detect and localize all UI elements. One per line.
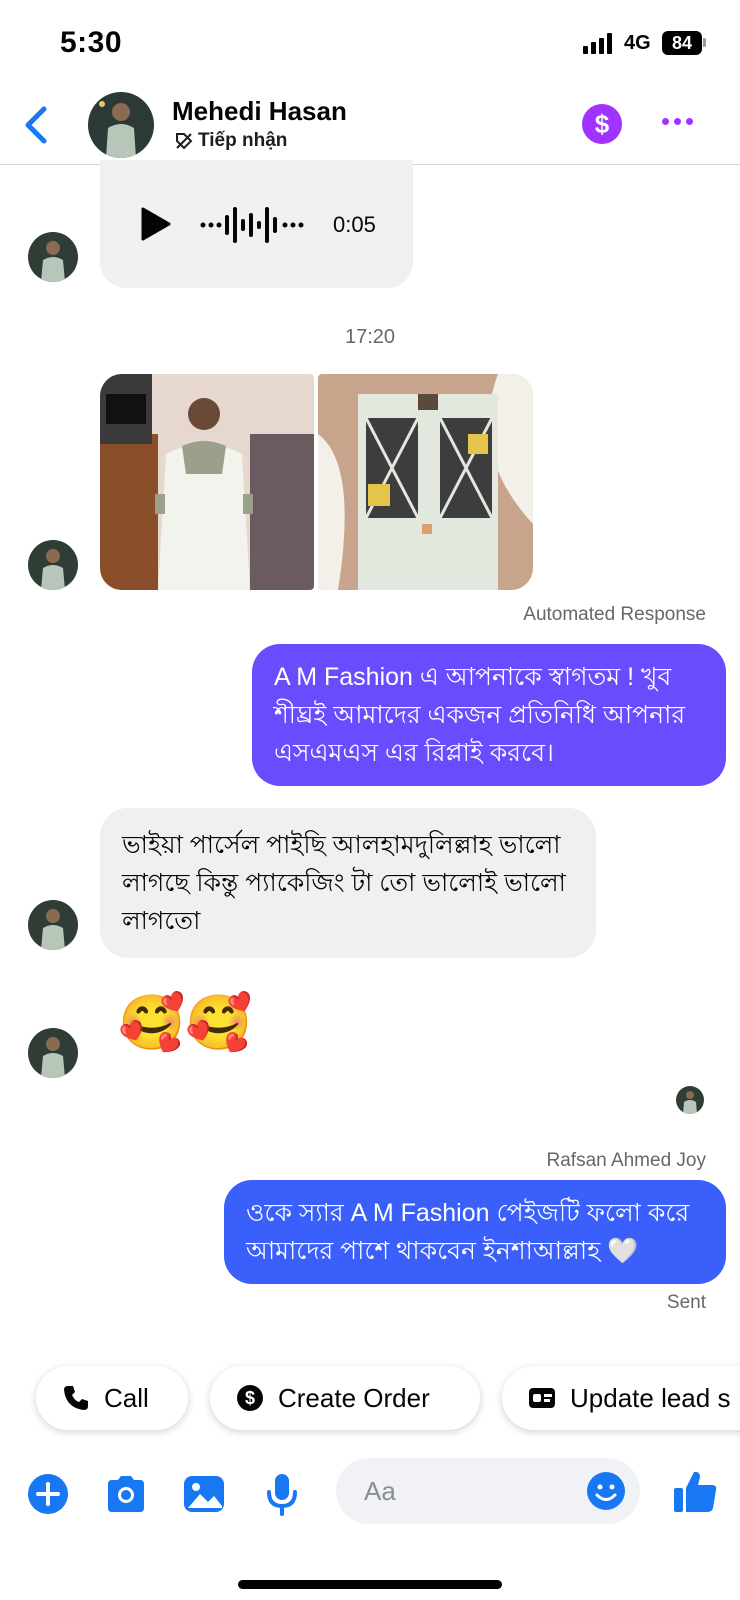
- read-receipt-avatar: [676, 1086, 704, 1114]
- like-icon[interactable]: [672, 1468, 718, 1514]
- status-time: 5:30: [60, 26, 123, 59]
- more-dots-icon[interactable]: [662, 118, 693, 125]
- photo-attachment[interactable]: [318, 374, 533, 590]
- reply-message-bubble[interactable]: ওকে স্যার A M Fashion পেইজটি ফলো করে আমা…: [224, 1180, 726, 1284]
- camera-icon[interactable]: [104, 1472, 148, 1516]
- incoming-message-bubble[interactable]: ভাইয়া পার্সেল পাইছি আলহামদুলিল্লাহ ভালো…: [100, 808, 596, 958]
- dollar-icon[interactable]: $: [582, 104, 622, 144]
- update-lead-label: Update lead s: [570, 1382, 731, 1413]
- battery-tip: [703, 38, 706, 47]
- svg-text:$: $: [245, 1388, 255, 1408]
- create-order-chip[interactable]: $ Create Order: [210, 1366, 480, 1430]
- voice-duration: 0:05: [333, 212, 376, 237]
- sender-label: Rafsan Ahmed Joy: [546, 1150, 706, 1171]
- waveform-icon: [200, 207, 304, 243]
- call-label: Call: [104, 1382, 149, 1413]
- contact-status-label: Tiếp nhận: [198, 130, 288, 151]
- battery-icon: 84: [662, 31, 702, 55]
- image-icon[interactable]: [182, 1472, 226, 1516]
- create-order-label: Create Order: [278, 1382, 430, 1413]
- home-indicator: [238, 1580, 502, 1589]
- signal-icon: [583, 32, 612, 54]
- automated-response-label: Automated Response: [523, 604, 706, 625]
- play-icon[interactable]: [140, 206, 172, 242]
- message-input-placeholder: Aa: [364, 1475, 396, 1506]
- back-icon[interactable]: [20, 103, 54, 147]
- emoji-icon[interactable]: [586, 1471, 626, 1511]
- time-divider: 17:20: [344, 326, 396, 348]
- id-card-icon: [529, 1388, 555, 1408]
- plus-icon[interactable]: [26, 1472, 70, 1516]
- contact-name[interactable]: Mehedi Hasan: [172, 96, 347, 127]
- avatar[interactable]: [88, 92, 154, 158]
- label-tag-icon: [176, 133, 193, 150]
- automated-message-bubble[interactable]: A M Fashion এ আপনাকে স্বাগতম ! খুব শীঘ্র…: [252, 644, 726, 786]
- sent-status: Sent: [666, 1292, 706, 1313]
- emoji-message[interactable]: 🥰🥰: [118, 996, 252, 1050]
- photo-attachment[interactable]: [100, 374, 314, 590]
- microphone-icon[interactable]: [260, 1472, 304, 1516]
- network-type: 4G: [624, 32, 651, 54]
- call-chip[interactable]: Call: [36, 1366, 188, 1430]
- update-lead-chip[interactable]: Update lead s: [502, 1366, 740, 1430]
- avatar: [28, 540, 78, 590]
- dollar-circle-icon: $: [237, 1385, 263, 1411]
- avatar: [28, 900, 78, 950]
- phone-icon: [64, 1386, 88, 1410]
- contact-status: Tiếp nhận: [174, 130, 287, 152]
- avatar: [28, 232, 78, 282]
- avatar: [28, 1028, 78, 1078]
